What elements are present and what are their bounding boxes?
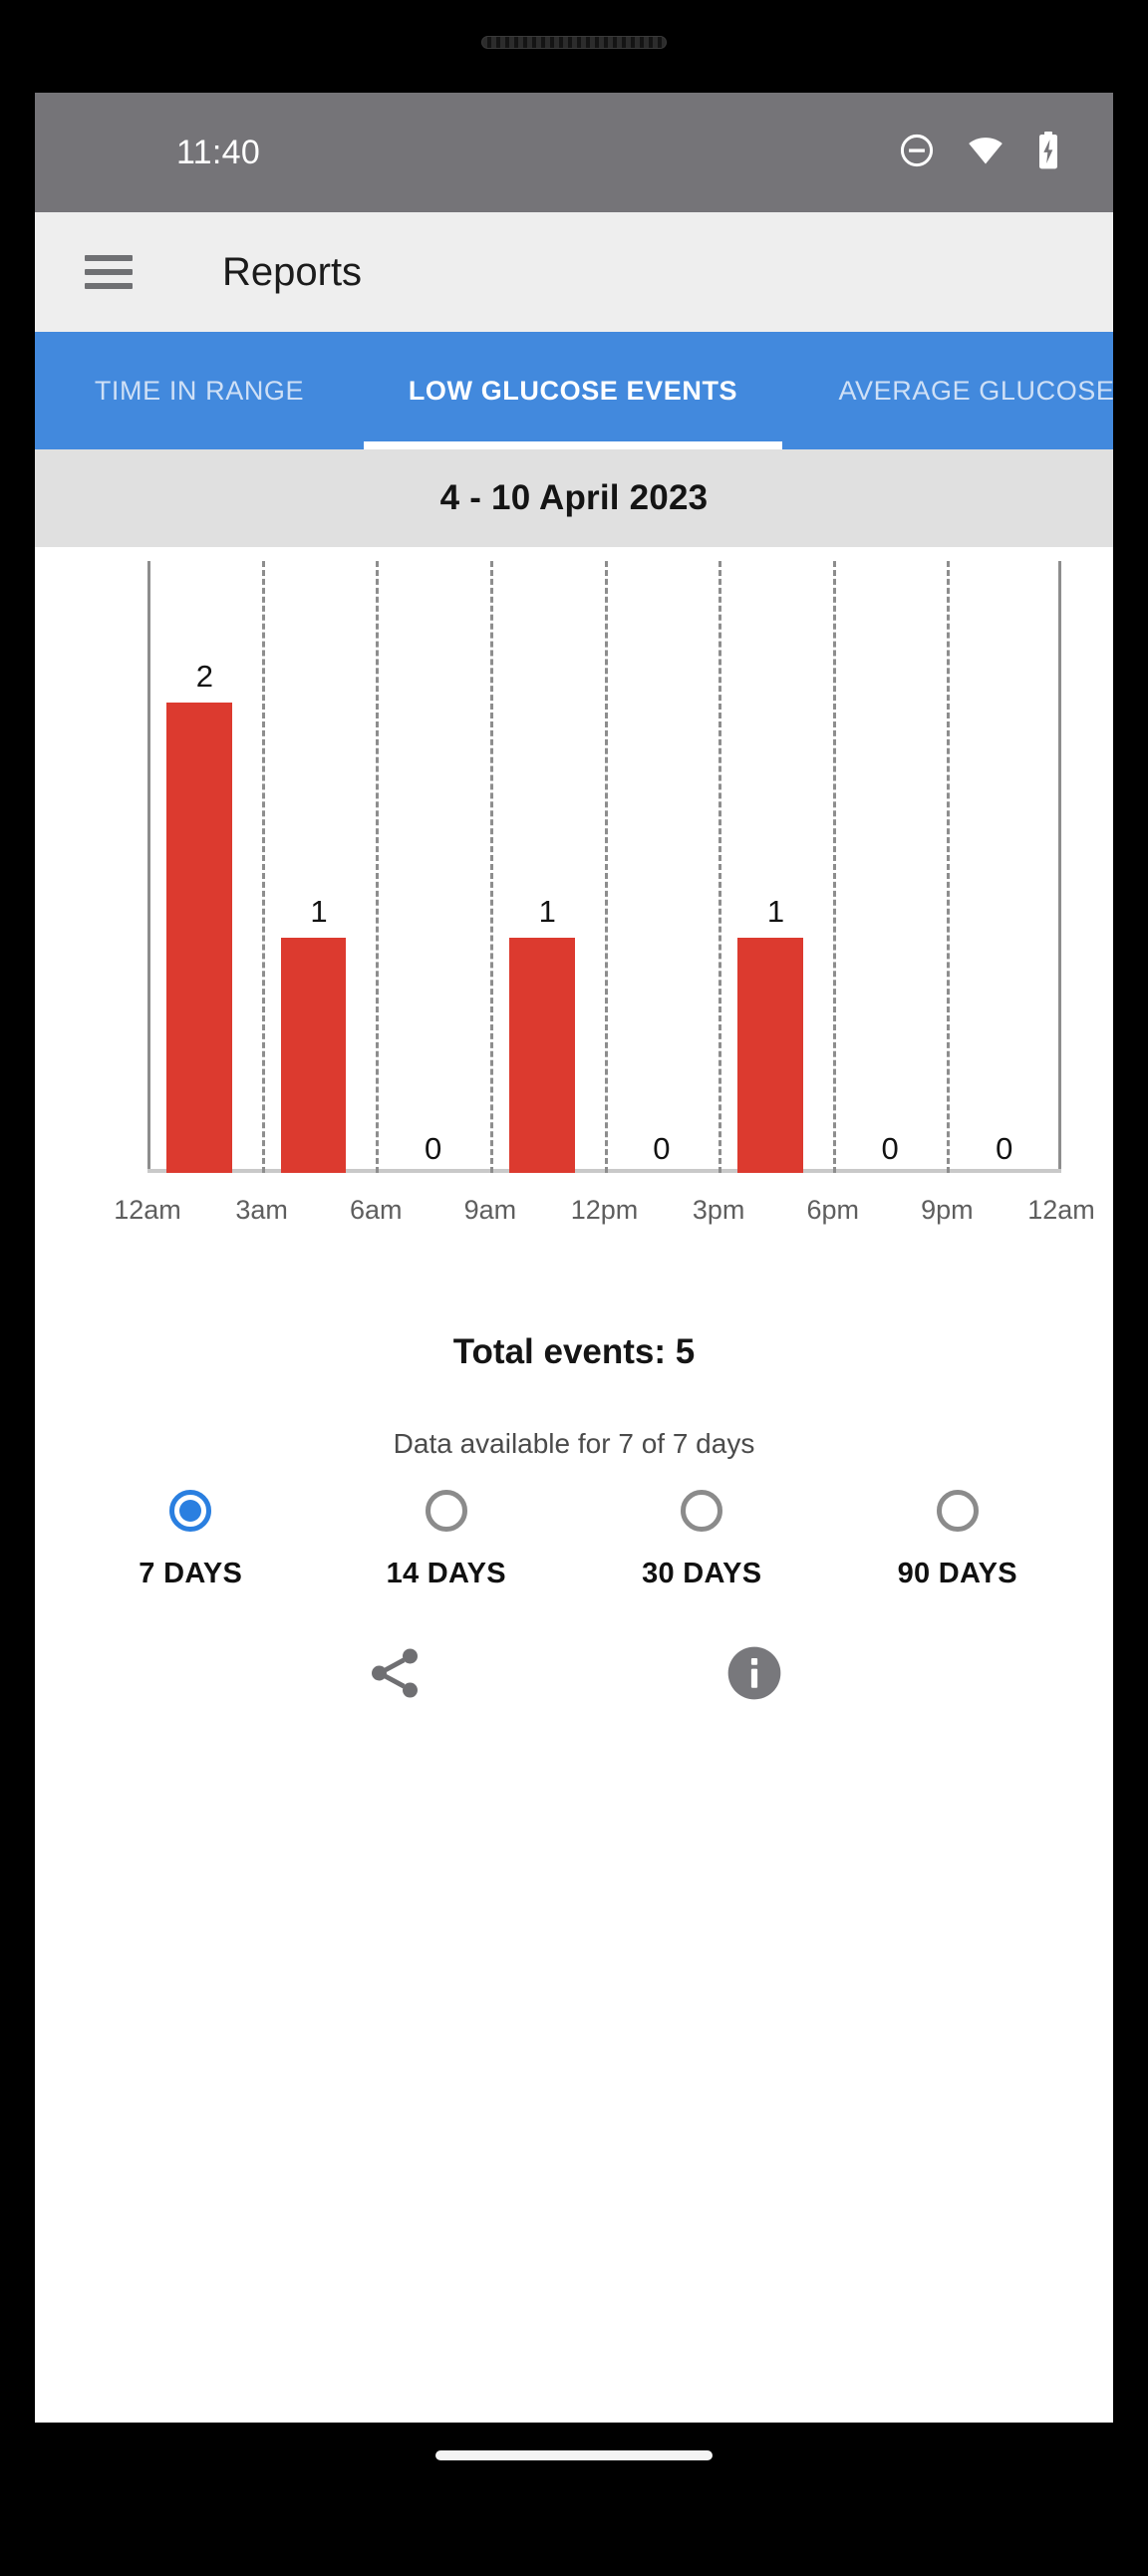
radio-button[interactable] bbox=[681, 1490, 723, 1532]
chart-bar-slot: 0 bbox=[605, 561, 719, 1173]
tab-bar: TIME IN RANGE LOW GLUCOSE EVENTS AVERAGE… bbox=[35, 332, 1113, 449]
wifi-icon bbox=[966, 132, 1005, 174]
chart-bar-slot: 1 bbox=[490, 561, 605, 1173]
radio-button[interactable] bbox=[936, 1490, 979, 1532]
share-icon bbox=[364, 1642, 426, 1709]
active-tab-indicator bbox=[364, 441, 782, 449]
chart-x-tick-label: 6pm bbox=[806, 1195, 860, 1225]
tab-average-glucose[interactable]: AVERAGE GLUCOSE bbox=[782, 332, 1113, 449]
range-option-label: 30 DAYS bbox=[642, 1558, 762, 1589]
chart-bar-value-label: 0 bbox=[996, 1131, 1013, 1166]
tab-time-in-range[interactable]: TIME IN RANGE bbox=[35, 332, 364, 449]
chart-bar-value-label: 1 bbox=[766, 893, 785, 929]
chart-bar bbox=[737, 937, 803, 1173]
chart-bar-value-label: 0 bbox=[653, 1131, 671, 1166]
home-indicator bbox=[435, 2450, 713, 2460]
chart-bar-slot: 0 bbox=[376, 561, 490, 1173]
app-bar: Reports bbox=[35, 212, 1113, 332]
tab-low-glucose-events[interactable]: LOW GLUCOSE EVENTS bbox=[364, 332, 782, 449]
chart-bar-slot: 1 bbox=[718, 561, 833, 1173]
range-option-14-days[interactable]: 14 DAYS bbox=[319, 1490, 575, 1590]
phone-frame: 11:40 Reports TIME IN RANGE LOW GLUCOSE … bbox=[0, 0, 1148, 2576]
chart-x-tick-label: 3pm bbox=[692, 1195, 745, 1225]
chart-x-tick-label: 6am bbox=[349, 1195, 403, 1225]
range-option-label: 7 DAYS bbox=[139, 1558, 243, 1589]
date-range-header: 4 - 10 April 2023 bbox=[35, 449, 1113, 547]
chart-bar-value-label: 2 bbox=[195, 658, 213, 694]
range-option-7-days[interactable]: 7 DAYS bbox=[63, 1490, 319, 1590]
total-events-label: Total events: 5 bbox=[452, 1332, 696, 1371]
data-availability-label: Data available for 7 of 7 days bbox=[393, 1428, 755, 1459]
info-button[interactable] bbox=[574, 1632, 934, 1718]
date-range-label: 4 - 10 April 2023 bbox=[439, 478, 709, 517]
battery-charging-icon bbox=[1035, 131, 1061, 175]
chart-bar bbox=[508, 937, 575, 1173]
chart-bar-slot: 2 bbox=[147, 561, 262, 1173]
range-option-label: 90 DAYS bbox=[897, 1558, 1017, 1589]
chart-x-tick-label: 12am bbox=[114, 1195, 181, 1225]
page-title: Reports bbox=[222, 249, 363, 294]
chart-bar-value-label: 0 bbox=[881, 1131, 899, 1166]
speaker-grille-icon bbox=[481, 36, 667, 49]
chart-bar bbox=[280, 937, 347, 1173]
chart-x-tick-label: 9pm bbox=[921, 1195, 974, 1225]
radio-button[interactable] bbox=[169, 1490, 212, 1532]
radio-button[interactable] bbox=[425, 1490, 467, 1532]
range-option-30-days[interactable]: 30 DAYS bbox=[574, 1490, 830, 1590]
chart-x-tick-label: 3am bbox=[235, 1195, 288, 1225]
status-bar-clock: 11:40 bbox=[176, 133, 261, 171]
phone-screen: 11:40 Reports TIME IN RANGE LOW GLUCOSE … bbox=[35, 93, 1113, 2423]
date-range-selector: 7 DAYS 14 DAYS 30 DAYS 90 DAYS bbox=[35, 1490, 1113, 1590]
hamburger-bar bbox=[85, 255, 133, 261]
info-icon bbox=[723, 1642, 785, 1709]
chart-x-tick-label: 9am bbox=[463, 1195, 517, 1225]
hamburger-bar bbox=[85, 269, 133, 275]
status-bar: 11:40 bbox=[35, 93, 1113, 212]
share-button[interactable] bbox=[214, 1632, 574, 1718]
chart-plot-area: 2 1 0 1 0 1 0 0 bbox=[147, 561, 1061, 1173]
chart-bar-value-label: 1 bbox=[538, 893, 556, 929]
hamburger-menu-icon[interactable] bbox=[85, 255, 133, 289]
chart-bar-slot: 0 bbox=[833, 561, 948, 1173]
chart-bar-slot: 0 bbox=[947, 561, 1061, 1173]
chart-x-tick-label: 12am bbox=[1027, 1195, 1095, 1225]
chart-bar-value-label: 1 bbox=[310, 893, 328, 929]
bottom-action-bar bbox=[35, 1632, 1113, 1718]
chart-x-tick-label: 12pm bbox=[570, 1195, 639, 1225]
range-option-label: 14 DAYS bbox=[386, 1558, 506, 1589]
hamburger-bar bbox=[85, 283, 133, 289]
chart-x-tick-labels: 12am 3am 6am 9am 12pm 3pm 6pm 9pm 12am bbox=[35, 1195, 1113, 1245]
low-glucose-events-chart: 2 1 0 1 0 1 0 0 12am 3am 6am 9am 12pm 3pm 6pm 9pm 12am bbox=[35, 547, 1113, 1324]
chart-bar bbox=[165, 702, 232, 1173]
chart-bar-slot: 1 bbox=[262, 561, 377, 1173]
chart-bar-value-label: 0 bbox=[424, 1131, 442, 1166]
range-option-90-days[interactable]: 90 DAYS bbox=[830, 1490, 1086, 1590]
do-not-disturb-icon bbox=[898, 132, 936, 174]
status-bar-icons bbox=[898, 131, 1061, 175]
